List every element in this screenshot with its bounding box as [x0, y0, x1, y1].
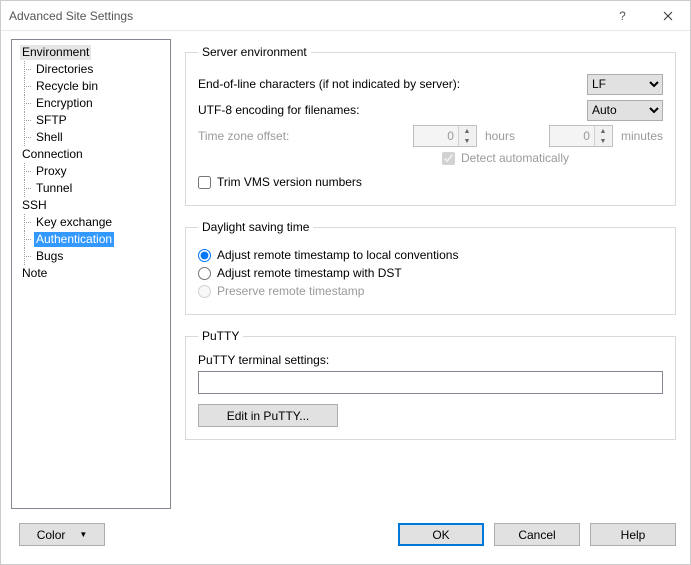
tree-shell[interactable]: Shell: [14, 129, 168, 146]
color-label: Color: [37, 528, 66, 542]
tree-connection[interactable]: Connection: [14, 146, 168, 163]
putty-group: PuTTY PuTTY terminal settings: Edit in P…: [185, 329, 676, 440]
tree-key-exchange[interactable]: Key exchange: [14, 214, 168, 231]
minutes-input: [550, 126, 594, 146]
trim-vms-checkbox[interactable]: [198, 176, 211, 189]
putty-label: PuTTY terminal settings:: [198, 353, 663, 367]
dst-local-label: Adjust remote timestamp to local convent…: [217, 248, 458, 262]
dst-group: Daylight saving time Adjust remote times…: [185, 220, 676, 315]
main-panel: Server environment End-of-line character…: [179, 31, 690, 517]
tree-authentication[interactable]: Authentication: [14, 231, 168, 248]
minutes-stepper: ▲▼: [549, 125, 613, 147]
close-icon[interactable]: [645, 1, 690, 31]
detect-auto-label: Detect automatically: [461, 151, 569, 165]
caret-down-icon: ▼: [79, 530, 87, 539]
chevron-down-icon: ▼: [595, 136, 611, 146]
dst-with-radio[interactable]: [198, 267, 211, 280]
hours-stepper: ▲▼: [413, 125, 477, 147]
putty-settings-input[interactable]: [198, 371, 663, 394]
chevron-up-icon: ▲: [459, 126, 475, 136]
help-icon[interactable]: ?: [600, 1, 645, 31]
help-button[interactable]: Help: [590, 523, 676, 546]
dialog-footer: Color ▼ OK Cancel Help: [1, 517, 690, 556]
edit-putty-button[interactable]: Edit in PuTTY...: [198, 404, 338, 427]
tree-proxy[interactable]: Proxy: [14, 163, 168, 180]
minutes-label: minutes: [621, 129, 663, 143]
dst-with-label: Adjust remote timestamp with DST: [217, 266, 402, 280]
cancel-button[interactable]: Cancel: [494, 523, 580, 546]
server-environment-group: Server environment End-of-line character…: [185, 45, 676, 206]
nav-tree[interactable]: Environment Directories Recycle bin Encr…: [11, 39, 171, 509]
tz-label: Time zone offset:: [198, 129, 405, 143]
tree-directories[interactable]: Directories: [14, 61, 168, 78]
putty-legend: PuTTY: [198, 329, 243, 343]
eol-select[interactable]: LF: [587, 74, 663, 95]
eol-label: End-of-line characters (if not indicated…: [198, 77, 587, 91]
dst-preserve-radio: [198, 285, 211, 298]
chevron-up-icon: ▲: [595, 126, 611, 136]
dst-legend: Daylight saving time: [198, 220, 313, 234]
tree-environment[interactable]: Environment: [14, 44, 168, 61]
tree-recycle-bin[interactable]: Recycle bin: [14, 78, 168, 95]
tree-tunnel[interactable]: Tunnel: [14, 180, 168, 197]
ok-button[interactable]: OK: [398, 523, 484, 546]
hours-input: [414, 126, 458, 146]
window-title: Advanced Site Settings: [9, 9, 600, 23]
dst-local-radio[interactable]: [198, 249, 211, 262]
tree-ssh[interactable]: SSH: [14, 197, 168, 214]
utf8-label: UTF-8 encoding for filenames:: [198, 103, 587, 117]
detect-auto-checkbox: [442, 152, 455, 165]
tree-encryption[interactable]: Encryption: [14, 95, 168, 112]
tree-note[interactable]: Note: [14, 265, 168, 282]
tree-bugs[interactable]: Bugs: [14, 248, 168, 265]
trim-vms-label: Trim VMS version numbers: [217, 175, 362, 189]
dst-preserve-label: Preserve remote timestamp: [217, 284, 364, 298]
utf8-select[interactable]: Auto: [587, 100, 663, 121]
server-environment-legend: Server environment: [198, 45, 311, 59]
titlebar: Advanced Site Settings ?: [1, 1, 690, 31]
sidebar: Environment Directories Recycle bin Encr…: [1, 31, 179, 517]
tree-sftp[interactable]: SFTP: [14, 112, 168, 129]
chevron-down-icon: ▼: [459, 136, 475, 146]
color-button[interactable]: Color ▼: [19, 523, 105, 546]
hours-label: hours: [485, 129, 515, 143]
